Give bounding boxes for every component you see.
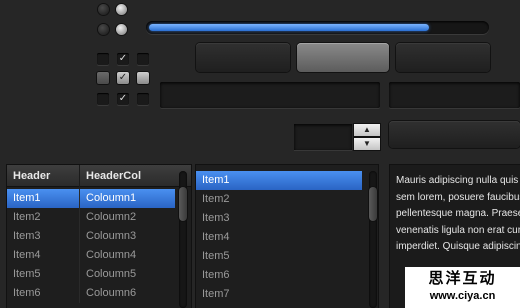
- column-divider: [79, 227, 80, 246]
- table-row[interactable]: Item3 Coloumn3: [7, 227, 175, 246]
- list-item[interactable]: Item6: [196, 266, 362, 285]
- progress-fill: [149, 24, 429, 31]
- arrow-down-icon: ▼: [363, 139, 371, 148]
- watermark-title: 思洋互动: [428, 269, 497, 287]
- watermark: 思洋互动 www.ciya.cn: [405, 267, 520, 308]
- radio-button-4[interactable]: [116, 24, 127, 35]
- checkmark-icon: ✓: [118, 72, 128, 83]
- table-cell-column: Coloumn6: [86, 287, 137, 299]
- column-divider: [79, 284, 80, 303]
- checkbox-r3c2[interactable]: ✓: [117, 93, 129, 105]
- checkbox-r2c1[interactable]: [97, 72, 109, 84]
- spinner-up-button[interactable]: ▲: [354, 124, 380, 136]
- table-cell-column: Coloumn5: [86, 268, 137, 280]
- checkmark-icon: ✓: [118, 53, 128, 64]
- table-cell-item: Item5: [13, 268, 41, 280]
- text-area-content: Mauris adipiscing nulla quis Duis sem lo…: [396, 175, 520, 252]
- table-cell-column: Coloumn4: [86, 249, 137, 261]
- list-scrollbar[interactable]: [369, 171, 377, 308]
- column-divider: [79, 246, 80, 265]
- arrow-up-icon: ▲: [363, 125, 371, 134]
- table-body: Item1 Coloumn1 Item2 Coloumn2 Item3 Coloumn3 I…: [7, 189, 191, 303]
- table-scrollbar[interactable]: [179, 171, 187, 308]
- progress-bar: [146, 21, 489, 34]
- table-row[interactable]: Item4 Coloumn4: [7, 246, 175, 265]
- column-divider: [79, 265, 80, 284]
- button-partial[interactable]: [389, 121, 520, 148]
- list-item[interactable]: Item4: [196, 228, 362, 247]
- spinner-input[interactable]: [294, 124, 352, 150]
- radio-button-2[interactable]: [116, 4, 127, 15]
- table-cell-column: Coloumn3: [86, 230, 137, 242]
- table-cell-column: Coloumn2: [86, 211, 137, 223]
- checkmark-icon: ✓: [118, 93, 128, 104]
- table-header: Header HeaderCol: [7, 165, 191, 187]
- table-row[interactable]: Item5 Coloumn5: [7, 265, 175, 284]
- button-normal-2[interactable]: [396, 43, 490, 72]
- radio-button-3[interactable]: [98, 24, 109, 35]
- table-scrollbar-thumb[interactable]: [179, 187, 187, 221]
- spinner-down-button[interactable]: ▼: [354, 138, 380, 150]
- list-body: Item1 Item2 Item3 Item4 Item5 Item6 Item7: [196, 171, 378, 304]
- column-divider: [79, 208, 80, 227]
- checkbox-r1c3[interactable]: [137, 53, 149, 65]
- data-table: Header HeaderCol Item1 Coloumn1 Item2 Colou…: [7, 165, 191, 308]
- watermark-url: www.ciya.cn: [429, 290, 496, 302]
- table-cell-item: Item4: [13, 249, 41, 261]
- list-item[interactable]: Item1: [196, 171, 362, 190]
- table-header-col2[interactable]: HeaderCol: [86, 165, 141, 187]
- table-cell-column: Coloumn1: [86, 192, 137, 204]
- checkbox-r2c2[interactable]: ✓: [117, 72, 129, 84]
- header-divider: [79, 165, 80, 187]
- checkbox-r3c1[interactable]: [97, 93, 109, 105]
- button-normal[interactable]: [196, 43, 290, 72]
- checkbox-r2c3[interactable]: [137, 72, 149, 84]
- list-item[interactable]: Item5: [196, 247, 362, 266]
- list-item[interactable]: Item7: [196, 285, 362, 304]
- list-item[interactable]: Item3: [196, 209, 362, 228]
- table-cell-item: Item6: [13, 287, 41, 299]
- table-cell-item: Item3: [13, 230, 41, 242]
- table-header-col1[interactable]: Header: [13, 165, 50, 187]
- column-divider: [79, 189, 80, 208]
- list-box: Item1 Item2 Item3 Item4 Item5 Item6 Item7: [196, 165, 378, 308]
- text-input-2[interactable]: [389, 82, 520, 108]
- text-input-1[interactable]: [160, 82, 380, 108]
- table-cell-item: Item2: [13, 211, 41, 223]
- radio-button-1[interactable]: [98, 4, 109, 15]
- checkbox-r1c2[interactable]: ✓: [117, 53, 129, 65]
- list-item[interactable]: Item2: [196, 190, 362, 209]
- button-hover[interactable]: [297, 43, 389, 72]
- table-row[interactable]: Item2 Coloumn2: [7, 208, 175, 227]
- checkbox-r1c1[interactable]: [97, 53, 109, 65]
- list-scrollbar-thumb[interactable]: [369, 187, 377, 221]
- checkbox-r3c3[interactable]: [137, 93, 149, 105]
- table-row[interactable]: Item6 Coloumn6: [7, 284, 175, 303]
- table-cell-item: Item1: [13, 192, 41, 204]
- table-row[interactable]: Item1 Coloumn1: [7, 189, 175, 208]
